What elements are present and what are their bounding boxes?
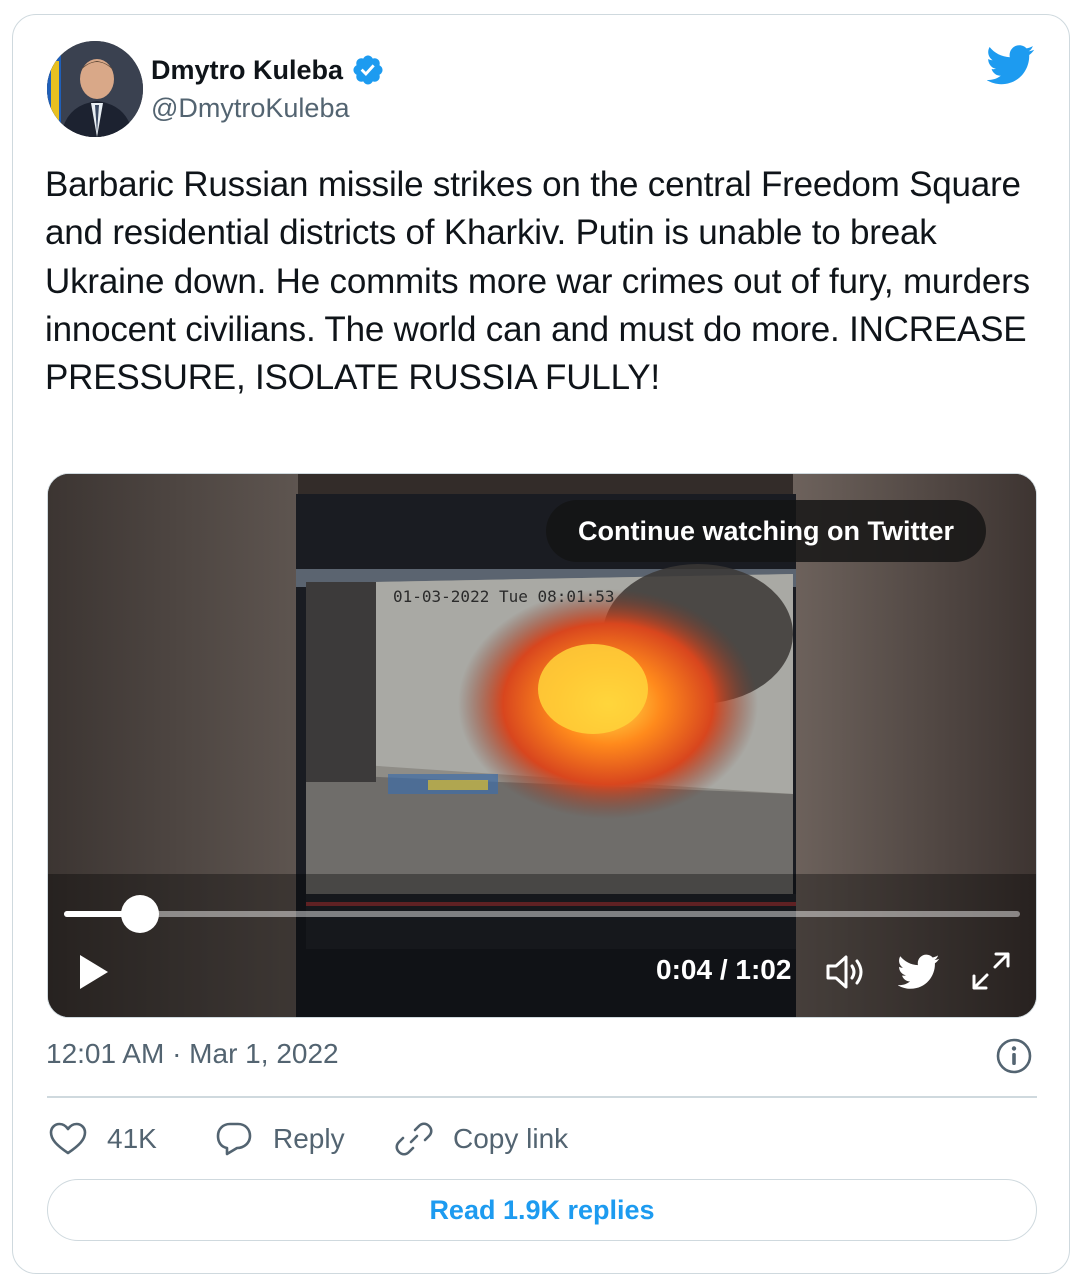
tweet-text: Barbaric Russian missile strikes on the …	[45, 165, 1030, 398]
video-progress-bar[interactable]	[64, 895, 1020, 933]
info-icon[interactable]	[995, 1037, 1033, 1075]
video-player[interactable]: 01-03-2022 Tue 08:01:53 Continue watchin…	[47, 473, 1037, 1018]
video-twitter-icon[interactable]	[898, 954, 940, 990]
copy-link-button[interactable]: Copy link	[395, 1115, 568, 1163]
volume-icon[interactable]	[824, 952, 870, 992]
reply-label: Reply	[273, 1123, 345, 1154]
video-time: 0:04 / 1:02	[656, 954, 792, 985]
reply-button[interactable]: Reply	[215, 1115, 345, 1163]
copy-link-label: Copy link	[453, 1123, 569, 1154]
link-icon	[395, 1122, 433, 1156]
tweet-timestamp[interactable]: 12:01 AM · Mar 1, 2022	[46, 1038, 339, 1070]
avatar[interactable]	[47, 41, 143, 137]
twitter-bird-icon[interactable]	[987, 45, 1035, 85]
continue-watching-button[interactable]: Continue watching on Twitter	[546, 500, 986, 562]
heart-icon	[49, 1122, 87, 1155]
avatar-image	[47, 41, 143, 137]
author-name[interactable]: Dmytro Kuleba	[151, 55, 343, 86]
video-scrubber-handle[interactable]	[120, 895, 159, 933]
play-icon[interactable]	[76, 952, 112, 992]
read-replies-button[interactable]: Read 1.9K replies	[47, 1179, 1037, 1241]
reply-icon	[216, 1122, 252, 1156]
expand-icon[interactable]	[968, 948, 1014, 994]
like-count: 41K	[107, 1123, 157, 1154]
like-button[interactable]: 41K	[49, 1115, 157, 1163]
camera-timestamp-overlay: 01-03-2022 Tue 08:01:53	[393, 587, 615, 606]
author-name-row[interactable]: Dmytro Kuleba	[151, 53, 385, 87]
author-handle[interactable]: @DmytroKuleba	[151, 93, 349, 124]
tweet-card: Dmytro Kuleba @DmytroKuleba Barbaric Rus…	[12, 14, 1070, 1274]
divider	[47, 1096, 1037, 1098]
verified-badge-icon	[353, 55, 383, 85]
